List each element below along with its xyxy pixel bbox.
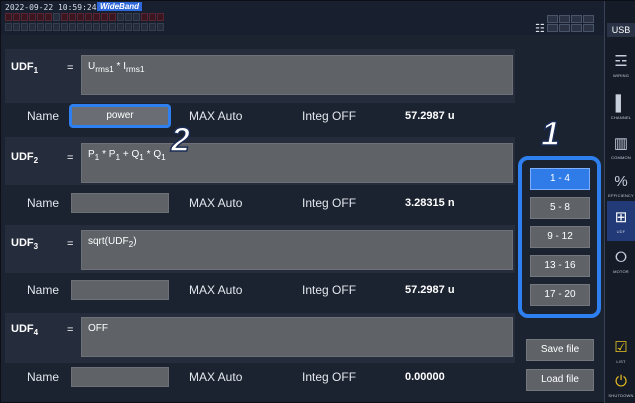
shutdown-button[interactable]: ⏻ SHUTDOWN	[607, 365, 635, 403]
range-button-5-8[interactable]: 5 - 8	[530, 197, 590, 219]
wiring-button[interactable]: ☲ WIRING	[607, 45, 635, 85]
list-icon: ☑	[614, 338, 628, 356]
range-button-1-4[interactable]: 1 - 4	[530, 168, 590, 190]
udf4-label: UDF4	[11, 323, 39, 338]
channel-indicator-grid	[547, 15, 594, 32]
common-button[interactable]: ▥ COMMON	[607, 127, 635, 167]
udf3-expression-field[interactable]: sqrt(UDF2)	[81, 230, 513, 270]
channel-icon: ▌	[615, 94, 627, 112]
status-bar: 2022-09-22 10:59:24 WideBand ☷	[1, 1, 604, 35]
common-icon: ▥	[613, 134, 629, 152]
efficiency-icon: %	[614, 172, 628, 190]
udf4-name-label: Name	[27, 370, 60, 384]
udf1-name-field[interactable]: power	[69, 104, 171, 128]
udf2-name-label: Name	[27, 196, 60, 210]
motor-icon: ⭘	[614, 248, 627, 266]
range-button-17-20[interactable]: 17 - 20	[530, 284, 590, 306]
status-indicator-row-2	[5, 23, 164, 31]
motor-button[interactable]: ⭘ MOTOR	[607, 241, 635, 281]
channel-label: CHANNEL	[610, 114, 632, 120]
udf-range-selector: 1 - 4 5 - 8 9 - 12 13 - 16 17 - 20	[518, 156, 601, 318]
udf1-label: UDF1	[11, 61, 39, 76]
udf2-name-field[interactable]	[71, 193, 169, 213]
udf2-settings-row: Name MAX Auto Integ OFF 3.28315 n	[5, 191, 515, 219]
udf3-integ-setting[interactable]: Integ OFF	[302, 283, 356, 297]
wiring-label: WIRING	[612, 72, 630, 78]
udf2-expression-field[interactable]: P1 * P1 + Q1 * Q1	[81, 143, 513, 183]
wiring-icon: ☲	[614, 52, 628, 70]
callout-2: 2	[170, 120, 190, 160]
usb-indicator: USB	[607, 23, 635, 37]
udf4-equals: =	[67, 324, 74, 336]
udf1-name-label: Name	[27, 109, 60, 123]
udf-button[interactable]: ⊞ UDF	[607, 201, 635, 241]
shutdown-icon: ⏻	[615, 372, 627, 390]
udf3-name-field[interactable]	[71, 280, 169, 300]
udf3-max-setting[interactable]: MAX Auto	[189, 283, 242, 297]
common-label: COMMON	[611, 154, 631, 160]
udf4-settings-row: Name MAX Auto Integ OFF 0.00000	[5, 365, 515, 393]
callout-1: 1	[540, 114, 560, 154]
shutdown-label: SHUTDOWN	[608, 392, 634, 398]
save-file-button[interactable]: Save file	[526, 339, 594, 361]
udf-icon: ⊞	[614, 208, 628, 226]
udf2-value: 3.28315 n	[405, 197, 455, 209]
motor-label: MOTOR	[613, 268, 629, 274]
channel-button[interactable]: ▌ CHANNEL	[607, 87, 635, 127]
range-button-13-16[interactable]: 13 - 16	[530, 255, 590, 277]
udf1-equals: =	[67, 62, 74, 74]
udf2-max-setting[interactable]: MAX Auto	[189, 196, 242, 210]
udf1-expression-field[interactable]: Urms1 * Irms1	[81, 55, 513, 95]
udf1-integ-setting[interactable]: Integ OFF	[302, 109, 356, 123]
udf3-name-label: Name	[27, 283, 60, 297]
efficiency-button[interactable]: % EFFICIENCY	[607, 165, 635, 205]
status-indicator-row-1	[5, 13, 164, 21]
efficiency-label: EFFICIENCY	[608, 192, 634, 198]
udf4-name-field[interactable]	[71, 367, 169, 387]
udf1-value: 57.2987 u	[405, 110, 455, 122]
udf1-settings-row: Name power MAX Auto Integ OFF 57.2987 u	[5, 103, 515, 131]
udf-label: UDF	[616, 228, 626, 234]
right-sidebar: USB ☲ WIRING ▌ CHANNEL ▥ COMMON % EFFICI…	[604, 1, 635, 403]
udf3-label: UDF3	[11, 237, 39, 252]
udf3-value: 57.2987 u	[405, 284, 455, 296]
udf3-equals: =	[67, 238, 74, 250]
udf2-equals: =	[67, 152, 74, 164]
lan-icon: ☷	[535, 23, 545, 35]
udf3-settings-row: Name MAX Auto Integ OFF 57.2987 u	[5, 278, 515, 306]
udf2-label: UDF2	[11, 151, 39, 166]
udf4-integ-setting[interactable]: Integ OFF	[302, 370, 356, 384]
wideband-badge: WideBand	[97, 2, 143, 11]
udf1-max-setting[interactable]: MAX Auto	[189, 109, 242, 123]
datetime-display: 2022-09-22 10:59:24	[5, 3, 97, 12]
range-button-9-12[interactable]: 9 - 12	[530, 226, 590, 248]
load-file-button[interactable]: Load file	[526, 369, 594, 391]
instrument-screen: 2022-09-22 10:59:24 WideBand ☷ USB ☲ WIR…	[0, 0, 635, 403]
list-label: LIST	[616, 358, 626, 364]
udf2-integ-setting[interactable]: Integ OFF	[302, 196, 356, 210]
udf4-max-setting[interactable]: MAX Auto	[189, 370, 242, 384]
udf4-value: 0.00000	[405, 371, 445, 383]
udf4-expression-field[interactable]: OFF	[81, 317, 513, 357]
